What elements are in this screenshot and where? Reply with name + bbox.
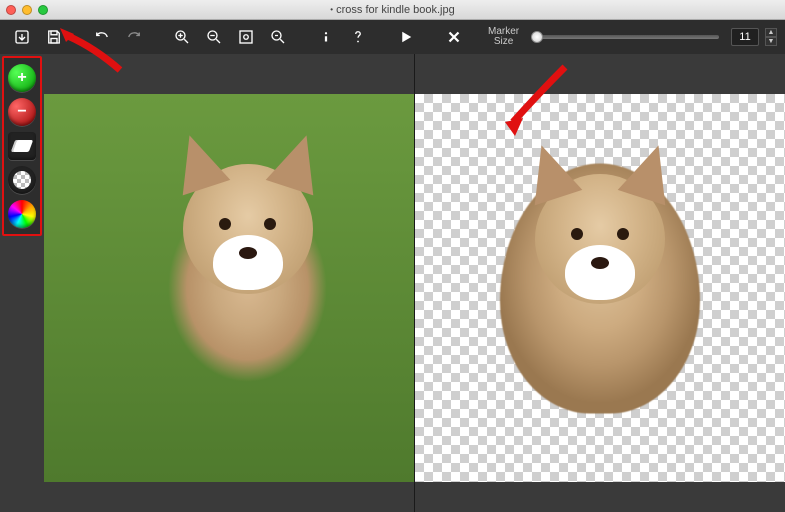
clear-icon	[445, 28, 463, 46]
dog-illustration	[183, 164, 313, 294]
zoom-in-button[interactable]	[168, 23, 196, 51]
background-marker-tool[interactable]: −	[8, 98, 36, 126]
color-wheel-tool[interactable]	[8, 200, 36, 228]
open-button[interactable]	[8, 23, 36, 51]
stepper-up[interactable]: ▲	[765, 28, 777, 37]
window-minimize-button[interactable]	[22, 5, 32, 15]
zoom-out-icon	[205, 28, 223, 46]
result-preview-pane[interactable]	[414, 54, 785, 512]
transparency-tool[interactable]	[8, 166, 36, 194]
info-icon	[317, 28, 335, 46]
help-icon	[349, 28, 367, 46]
info-button[interactable]	[312, 23, 340, 51]
slider-knob[interactable]	[531, 31, 543, 43]
annotation-arrow-result	[495, 62, 575, 147]
window-title: • cross for kindle book.jpg	[0, 4, 785, 16]
preview-button[interactable]	[392, 23, 420, 51]
original-image-pane[interactable]	[44, 54, 414, 512]
modified-indicator: •	[330, 5, 333, 14]
window-zoom-button[interactable]	[38, 5, 48, 15]
traffic-lights	[6, 5, 48, 15]
open-icon	[13, 28, 31, 46]
window-titlebar: • cross for kindle book.jpg	[0, 0, 785, 20]
zoom-fit-icon	[237, 28, 255, 46]
workspace: + −	[0, 54, 785, 512]
transparency-icon	[13, 171, 31, 189]
eraser-icon	[11, 140, 33, 152]
marker-size-label: Marker Size	[488, 27, 519, 47]
eraser-tool[interactable]	[8, 132, 36, 160]
help-button[interactable]	[344, 23, 372, 51]
side-tool-palette: + −	[2, 56, 42, 236]
clear-button[interactable]	[440, 23, 468, 51]
original-image	[44, 94, 414, 482]
marker-size-value[interactable]: 11	[731, 28, 759, 46]
zoom-actual-button[interactable]	[264, 23, 292, 51]
zoom-actual-icon	[269, 28, 287, 46]
play-icon	[397, 28, 415, 46]
minus-icon: −	[17, 104, 26, 120]
stepper-down[interactable]: ▼	[765, 37, 777, 46]
zoom-fit-button[interactable]	[232, 23, 260, 51]
window-filename: cross for kindle book.jpg	[336, 4, 455, 16]
zoom-out-button[interactable]	[200, 23, 228, 51]
plus-icon: +	[17, 70, 26, 86]
zoom-in-icon	[173, 28, 191, 46]
annotation-arrow-save	[60, 28, 130, 83]
marker-size-slider[interactable]	[531, 35, 719, 39]
window-close-button[interactable]	[6, 5, 16, 15]
foreground-marker-tool[interactable]: +	[8, 64, 36, 92]
marker-size-stepper: ▲ ▼	[765, 28, 777, 46]
cutout-result	[465, 116, 735, 436]
